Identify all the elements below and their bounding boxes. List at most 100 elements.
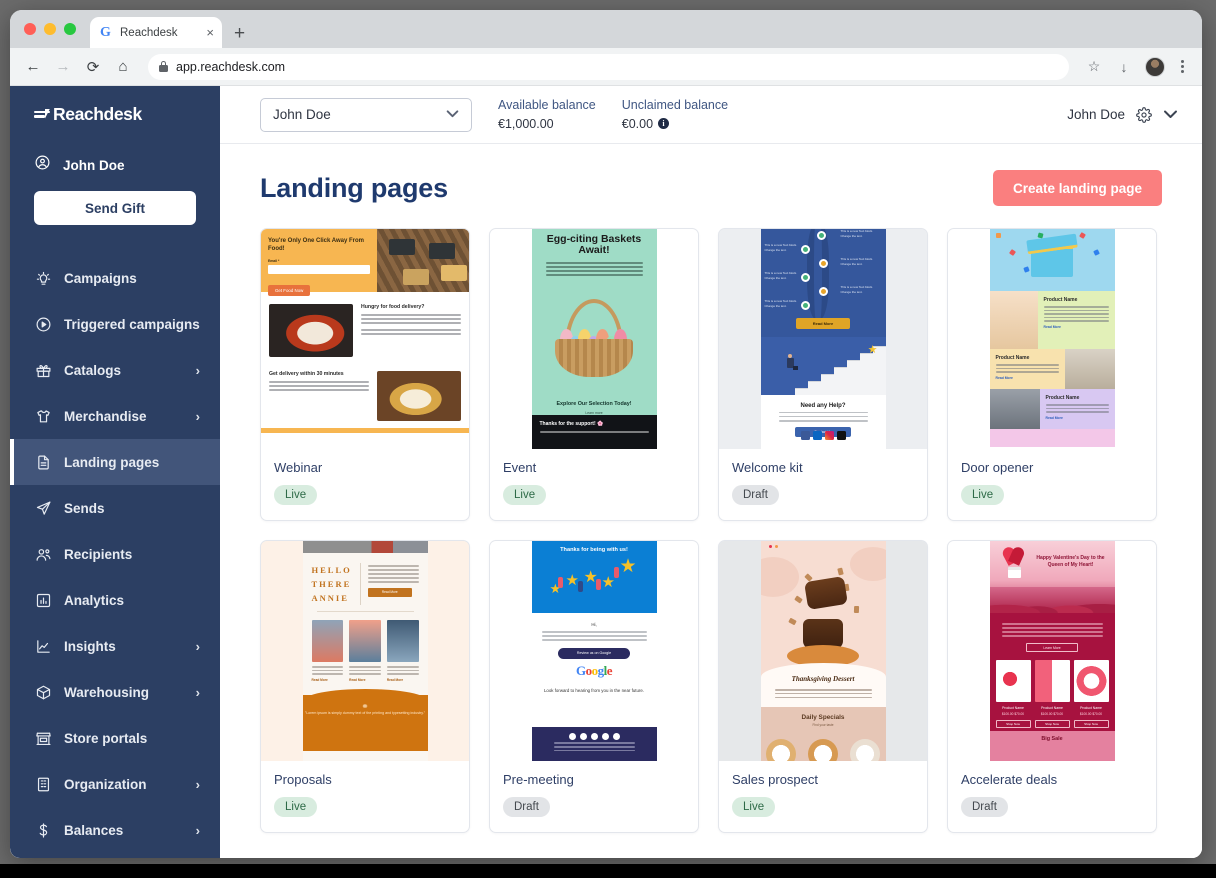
card-thumbnail[interactable]: Egg-citing Baskets Await! Explore Our Se… (490, 229, 698, 449)
landing-page-card[interactable]: Product Name Read More Product Name Read M… (947, 228, 1157, 521)
status-badge: Draft (503, 797, 550, 817)
info-icon[interactable]: i (658, 118, 670, 130)
sidebar-user[interactable]: John Doe (10, 151, 220, 179)
landing-page-card[interactable]: Thanks for being with us! ★ ★ ★ ★ ★ Hi, Revie… (489, 540, 699, 833)
page-title: Landing pages (260, 172, 448, 203)
play-circle-icon (34, 315, 52, 333)
account-select-value: John Doe (273, 107, 331, 122)
card-title: Webinar (274, 460, 323, 475)
card-title: Event (503, 460, 537, 475)
reachdesk-logo-icon (34, 107, 50, 123)
sidebar-item-organization[interactable]: Organization › (10, 761, 220, 807)
address-bar[interactable]: app.reachdesk.com (148, 53, 1069, 80)
card-thumbnail[interactable]: Product Name Read More Product Name Read M… (948, 229, 1156, 449)
sidebar-item-recipients[interactable]: Recipients (10, 531, 220, 577)
card-thumbnail[interactable]: Happy Valentine's Day to the Queen of My… (948, 541, 1156, 761)
window-traffic-lights (24, 23, 76, 35)
account-select[interactable]: John Doe (260, 97, 472, 132)
page-header: Landing pages Create landing page (260, 170, 1162, 206)
gear-icon[interactable] (1136, 106, 1152, 123)
sidebar-item-balances[interactable]: Balances › (10, 807, 220, 853)
card-title: Pre-meeting (503, 772, 574, 787)
page-content: Landing pages Create landing page You're… (220, 144, 1202, 858)
storefront-icon (34, 729, 52, 747)
thumb-easter-products: Product Name Read More Product Name Read M… (948, 229, 1156, 449)
forward-button[interactable]: → (50, 54, 76, 80)
chevron-right-icon: › (195, 638, 200, 654)
kebab-menu-icon[interactable] (1173, 56, 1192, 77)
sidebar-item-label: Insights (64, 638, 116, 654)
close-tab-icon[interactable]: × (206, 26, 214, 39)
landing-page-card[interactable]: HELLO THERE ANNIE Read More Read More Read … (260, 540, 470, 833)
home-button[interactable]: ⌂ (110, 54, 136, 80)
create-landing-page-button[interactable]: Create landing page (992, 170, 1162, 206)
sidebar-item-account[interactable]: Account› (10, 853, 220, 858)
download-icon[interactable]: ↓ (1111, 54, 1137, 80)
gift-icon (34, 361, 52, 379)
card-thumbnail[interactable]: You're Only One Click Away From Food! Em… (261, 229, 469, 449)
browser-tab[interactable]: G Reachdesk × (90, 17, 222, 48)
profile-avatar[interactable] (1145, 56, 1165, 77)
lightbulb-icon (34, 269, 52, 287)
chevron-down-icon (446, 109, 459, 121)
sidebar-item-merchandise[interactable]: Merchandise › (10, 393, 220, 439)
google-logo: Google (575, 662, 613, 678)
landing-page-card[interactable]: This is a new Text block. Change the tex… (718, 228, 928, 521)
paper-plane-icon (34, 499, 52, 517)
new-tab-button[interactable]: + (234, 24, 245, 43)
unclaimed-balance-value: €0.00 (621, 116, 654, 131)
card-title: Sales prospect (732, 772, 818, 787)
sidebar-item-label: Campaigns (64, 270, 137, 286)
box-icon (34, 683, 52, 701)
reload-button[interactable]: ⟳ (80, 54, 106, 80)
landing-page-card[interactable]: Happy Valentine's Day to the Queen of My… (947, 540, 1157, 833)
card-title: Door opener (961, 460, 1034, 475)
landing-page-card[interactable]: You're Only One Click Away From Food! Em… (260, 228, 470, 521)
status-badge: Live (274, 485, 318, 505)
brand-name: Reachdesk (53, 104, 142, 124)
tshirt-icon (34, 407, 52, 425)
top-bar-user-name: John Doe (1067, 107, 1125, 122)
card-thumbnail[interactable]: Thanksgiving Dessert Daily Specials Find… (719, 541, 927, 761)
card-body: Sales prospect Live (719, 761, 927, 832)
sidebar-item-campaigns[interactable]: Campaigns (10, 255, 220, 301)
thumb-valentines: Happy Valentine's Day to the Queen of My… (948, 541, 1156, 761)
card-body: Welcome kit Draft (719, 449, 927, 520)
maximize-window-button[interactable] (64, 23, 76, 35)
sidebar-nav: Campaigns Triggered campaigns Catalogs › Mer… (10, 255, 220, 858)
close-window-button[interactable] (24, 23, 36, 35)
sidebar-item-analytics[interactable]: Analytics (10, 577, 220, 623)
sidebar-item-store-portals[interactable]: Store portals (10, 715, 220, 761)
sidebar-item-insights[interactable]: Insights › (10, 623, 220, 669)
bookmark-star-icon[interactable]: ☆ (1081, 54, 1107, 80)
sidebar-item-triggered-campaigns[interactable]: Triggered campaigns (10, 301, 220, 347)
card-thumbnail[interactable]: Thanks for being with us! ★ ★ ★ ★ ★ Hi, Revie… (490, 541, 698, 761)
user-menu-chevron-icon[interactable] (1163, 110, 1178, 119)
card-thumbnail[interactable]: This is a new Text block. Change the tex… (719, 229, 927, 449)
status-badge: Live (732, 797, 776, 817)
browser-toolbar: ← → ⟳ ⌂ app.reachdesk.com ☆ ↓ (10, 48, 1202, 86)
browser-tab-title: Reachdesk (120, 26, 178, 39)
unclaimed-balance: Unclaimed balance €0.00 i (622, 96, 728, 132)
building-icon (34, 775, 52, 793)
sidebar-item-sends[interactable]: Sends (10, 485, 220, 531)
status-badge: Live (503, 485, 547, 505)
chevron-right-icon: › (195, 408, 200, 424)
landing-page-card[interactable]: Thanksgiving Dessert Daily Specials Find… (718, 540, 928, 833)
card-thumbnail[interactable]: HELLO THERE ANNIE Read More Read More Read … (261, 541, 469, 761)
chevron-right-icon: › (195, 362, 200, 378)
send-gift-button[interactable]: Send Gift (34, 191, 196, 225)
thumb-stairs-journey: This is a new Text block. Change the tex… (719, 229, 927, 449)
sidebar-item-catalogs[interactable]: Catalogs › (10, 347, 220, 393)
back-button[interactable]: ← (20, 54, 46, 80)
chevron-right-icon: › (195, 776, 200, 792)
landing-page-card[interactable]: Egg-citing Baskets Await! Explore Our Se… (489, 228, 699, 521)
sidebar-item-warehousing[interactable]: Warehousing › (10, 669, 220, 715)
minimize-window-button[interactable] (44, 23, 56, 35)
top-bar-user-menu[interactable]: John Doe (1067, 106, 1178, 123)
sidebar-item-landing-pages[interactable]: Landing pages (10, 439, 220, 485)
sidebar-item-label: Analytics (64, 592, 125, 608)
thumb-google-review: Thanks for being with us! ★ ★ ★ ★ ★ Hi, Revie… (490, 541, 698, 761)
brand-logo[interactable]: Reachdesk (10, 104, 220, 125)
sidebar: Reachdesk John Doe Send Gift Campaigns Tr… (10, 86, 220, 858)
